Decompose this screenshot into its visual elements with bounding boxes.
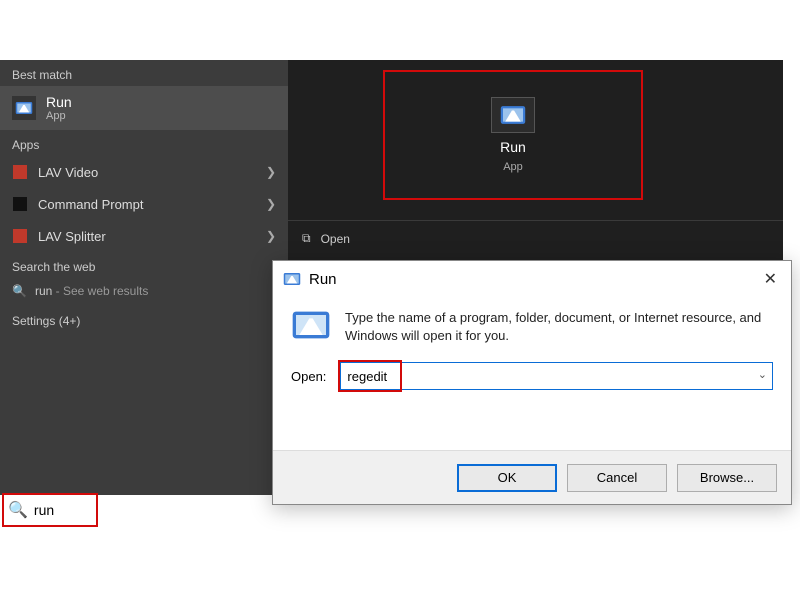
taskbar-search[interactable]: 🔍 xyxy=(0,495,288,525)
app-item-command-prompt[interactable]: Command Prompt ❯ xyxy=(0,188,288,220)
browse-button[interactable]: Browse... xyxy=(677,464,777,492)
run-icon xyxy=(283,272,301,286)
app-icon xyxy=(12,164,28,180)
run-dialog: Run ✕ Type the name of a program, folder… xyxy=(272,260,792,505)
best-match-item[interactable]: Run App xyxy=(0,86,288,130)
open-input[interactable] xyxy=(340,362,773,390)
open-icon: ⧉ xyxy=(302,231,311,246)
ok-button[interactable]: OK xyxy=(457,464,557,492)
run-dialog-description: Type the name of a program, folder, docu… xyxy=(345,309,773,344)
chevron-right-icon: ❯ xyxy=(266,165,276,179)
chevron-right-icon: ❯ xyxy=(266,229,276,243)
preview-open-action[interactable]: ⧉ Open xyxy=(288,220,783,256)
best-match-subtitle: App xyxy=(46,110,72,122)
web-term: run xyxy=(35,284,52,298)
run-dialog-titlebar: Run ✕ xyxy=(273,261,791,297)
search-web-label: Search the web xyxy=(0,252,288,278)
search-icon: 🔍 xyxy=(8,500,28,520)
search-icon: 🔍 xyxy=(12,284,27,298)
settings-label[interactable]: Settings (4+) xyxy=(0,304,288,338)
app-icon xyxy=(12,228,28,244)
app-name: LAV Splitter xyxy=(38,229,106,244)
run-dialog-title: Run xyxy=(309,271,337,288)
close-button[interactable]: ✕ xyxy=(760,269,781,289)
best-match-label: Best match xyxy=(0,60,288,86)
app-item-lav-splitter[interactable]: LAV Splitter ❯ xyxy=(0,220,288,252)
chevron-right-icon: ❯ xyxy=(266,197,276,211)
web-suffix: - See web results xyxy=(52,284,148,298)
run-icon xyxy=(12,96,36,120)
app-name: LAV Video xyxy=(38,165,98,180)
app-item-lav-video[interactable]: LAV Video ❯ xyxy=(0,156,288,188)
preview-subtitle: App xyxy=(503,161,523,173)
search-input[interactable] xyxy=(34,502,280,518)
best-match-title: Run xyxy=(46,94,72,110)
run-dialog-footer: OK Cancel Browse... xyxy=(273,450,791,504)
search-preview-pane: Run App ⧉ Open xyxy=(288,60,783,260)
preview-title: Run xyxy=(500,139,526,155)
app-icon xyxy=(12,196,28,212)
web-result-item[interactable]: 🔍 run - See web results xyxy=(0,278,288,304)
open-label: Open: xyxy=(291,369,326,384)
run-icon xyxy=(491,97,535,133)
app-name: Command Prompt xyxy=(38,197,143,212)
run-icon xyxy=(291,309,331,343)
apps-label: Apps xyxy=(0,130,288,156)
open-label: Open xyxy=(321,232,350,246)
cancel-button[interactable]: Cancel xyxy=(567,464,667,492)
annotation-highlight: Run App xyxy=(383,70,643,200)
start-menu-pane: Best match Run App Apps LAV Video ❯ Comm… xyxy=(0,60,288,520)
